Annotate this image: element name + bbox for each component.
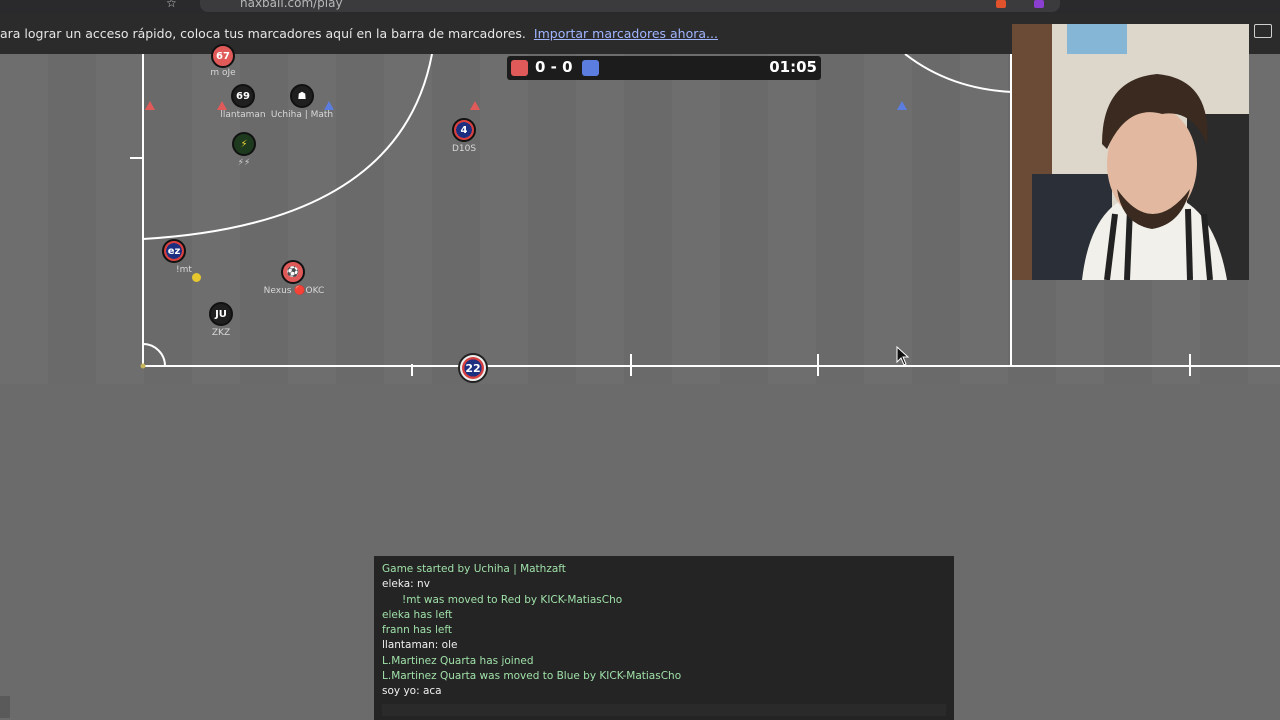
player-name: D10S bbox=[451, 144, 477, 154]
player-disc[interactable]: ez bbox=[162, 239, 186, 263]
chat-line: frann has left bbox=[382, 624, 452, 637]
match-timer: 01:05 bbox=[769, 58, 817, 76]
bookmarks-message: ara lograr un acceso rápido, coloca tus … bbox=[0, 26, 526, 41]
chat-line: soy yo: aca bbox=[382, 685, 442, 698]
chat-line: L.Martinez Quarta has joined bbox=[382, 654, 534, 667]
player-disc[interactable]: 69 bbox=[231, 84, 255, 108]
player-name: Nexus 🔴OKC bbox=[263, 286, 325, 296]
extension-icon[interactable] bbox=[996, 0, 1006, 8]
blue-marker-icon bbox=[897, 101, 907, 110]
chat-line: llantaman: ole bbox=[382, 639, 458, 652]
browser-toolbar: ☆ haxball.com/play bbox=[0, 0, 1280, 14]
red-marker-icon bbox=[217, 101, 227, 110]
player-disc[interactable]: JU bbox=[209, 302, 233, 326]
player-disc[interactable]: ⚽ bbox=[281, 260, 305, 284]
extension-icon[interactable] bbox=[1034, 0, 1044, 8]
ball: 22 bbox=[458, 353, 488, 383]
chat-input[interactable] bbox=[382, 704, 946, 716]
chat-line: L.Martinez Quarta was moved to Blue by K… bbox=[382, 670, 682, 683]
player-name: ⚡⚡ bbox=[237, 158, 251, 168]
player-disc[interactable]: ☗ bbox=[290, 84, 314, 108]
blue-marker-icon bbox=[324, 101, 334, 110]
score-text: 0 - 0 bbox=[535, 58, 573, 76]
player-disc[interactable]: 67 bbox=[211, 44, 235, 68]
folder-icon[interactable] bbox=[1254, 24, 1272, 38]
dot-icon bbox=[192, 273, 201, 282]
chat-panel: Game started by Uchiha | Mathzaft eleka:… bbox=[374, 556, 954, 720]
address-bar[interactable]: haxball.com/play bbox=[200, 0, 1060, 12]
chat-line: eleka: nv bbox=[382, 578, 430, 591]
player-disc[interactable]: 4 bbox=[452, 118, 476, 142]
chat-line: !mt was moved to Red by KICK-MatiasCho bbox=[402, 593, 623, 606]
player-name: llantaman bbox=[220, 110, 266, 120]
bookmark-star-icon[interactable]: ☆ bbox=[166, 0, 177, 10]
player-name: m oJe bbox=[210, 68, 236, 78]
chat-line: eleka has left bbox=[382, 608, 453, 621]
player-name: ZKZ bbox=[211, 328, 231, 338]
red-marker-icon bbox=[470, 101, 480, 110]
side-tab[interactable] bbox=[0, 696, 10, 718]
red-team-icon bbox=[511, 60, 528, 76]
blue-team-icon bbox=[582, 60, 599, 76]
scoreboard: 0 - 0 01:05 bbox=[507, 56, 821, 80]
import-bookmarks-link[interactable]: Importar marcadores ahora... bbox=[534, 26, 718, 41]
player-name: Uchiha | Math bbox=[270, 110, 334, 120]
player-name: !mt bbox=[176, 265, 192, 275]
address-bar-text: haxball.com/play bbox=[240, 0, 343, 10]
player-disc[interactable]: ⚡ bbox=[232, 132, 256, 156]
red-marker-icon bbox=[145, 101, 155, 110]
webcam-overlay bbox=[1012, 24, 1249, 280]
chat-line: Game started by Uchiha | Mathzaft bbox=[382, 563, 566, 575]
mouse-cursor-icon bbox=[896, 346, 910, 366]
